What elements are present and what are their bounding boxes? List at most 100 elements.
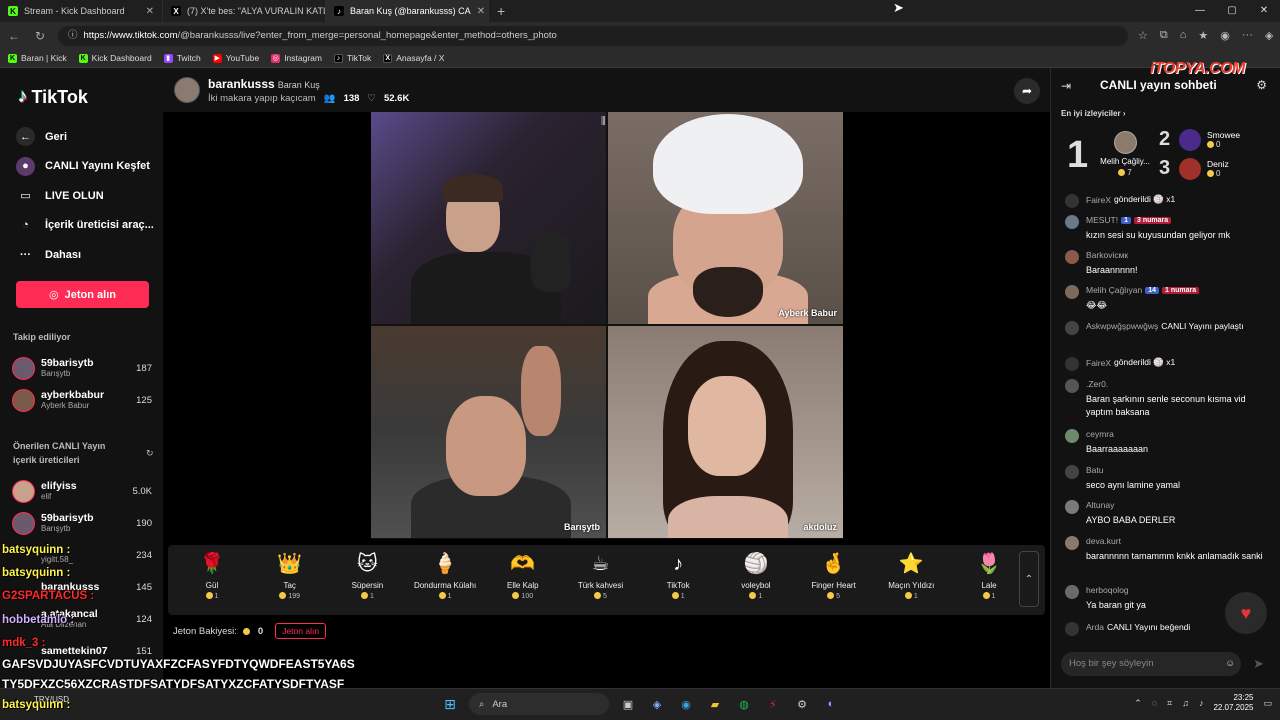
- close-icon[interactable]: ✕: [146, 6, 154, 17]
- star-icon[interactable]: ☆: [1138, 29, 1148, 42]
- gift-item[interactable]: 🌷 Lale 1: [951, 551, 1027, 600]
- chat-username[interactable]: FaireX: [1086, 195, 1111, 205]
- gift-item[interactable]: 🤞 Finger Heart 5: [796, 551, 872, 600]
- spotify-icon[interactable]: ◍: [734, 694, 754, 714]
- share-button[interactable]: ➦: [1014, 78, 1040, 104]
- gift-item[interactable]: 🐱 Süpersin 1: [329, 551, 405, 600]
- avatar[interactable]: [1065, 285, 1079, 299]
- bookmark-youtube[interactable]: ▶ YouTube: [212, 53, 259, 63]
- app-bolt-icon[interactable]: ⚡: [763, 694, 783, 714]
- top-viewer-3[interactable]: 3 Deniz 0: [1159, 157, 1229, 180]
- gift-item[interactable]: 🌹 Gül 1: [174, 551, 250, 600]
- chat-username[interactable]: deva.kurt: [1086, 536, 1121, 546]
- suggested-item[interactable]: elifyiss elif 5.0K: [12, 476, 152, 506]
- following-item[interactable]: ayberkbabur Ayberk Babur 125: [12, 385, 152, 415]
- volume-icon[interactable]: ♪: [1199, 698, 1204, 708]
- avatar[interactable]: [1065, 585, 1079, 599]
- chat-username[interactable]: Askwpwğşpwwğwş: [1086, 321, 1158, 331]
- gift-item[interactable]: 🍦 Dondurma Külahı 1: [407, 551, 483, 600]
- nav-live-explore[interactable]: ● CANLI Yayını Keşfet: [16, 152, 156, 182]
- copilot-app-icon[interactable]: ◈: [647, 694, 667, 714]
- nav-go-live[interactable]: ▭ LIVE OLUN: [16, 181, 156, 211]
- avatar[interactable]: [1065, 536, 1079, 550]
- bookmark-kick-dashboard[interactable]: K Kick Dashboard: [78, 53, 152, 63]
- get-coins-button[interactable]: ◎ Jeton alın: [16, 281, 149, 308]
- suggested-item[interactable]: yigitt.58_ 234: [12, 540, 152, 570]
- taskbar-search[interactable]: ⌕ Ara: [469, 693, 609, 715]
- avatar[interactable]: [1065, 215, 1079, 229]
- network-icon[interactable]: ⌗: [1167, 698, 1172, 709]
- mic-icon[interactable]: ♫: [1182, 698, 1189, 708]
- minimize-icon[interactable]: —: [1184, 0, 1216, 22]
- notification-icon[interactable]: ▭: [1263, 698, 1272, 709]
- discord-icon[interactable]: ◐: [821, 694, 841, 714]
- refresh-icon[interactable]: ↻: [146, 448, 154, 459]
- back-icon[interactable]: ←: [6, 29, 22, 43]
- suggested-item[interactable]: barankusss 145: [12, 572, 152, 602]
- chat-username[interactable]: MESUT!: [1086, 215, 1118, 225]
- streamer-avatar[interactable]: [174, 77, 200, 103]
- nav-more[interactable]: ··· Dahası: [16, 240, 156, 270]
- avatar[interactable]: [1065, 622, 1079, 636]
- gift-item[interactable]: 👑 Taç 199: [252, 551, 328, 600]
- expand-gifts-button[interactable]: ⌃: [1019, 551, 1039, 607]
- chat-username[interactable]: Melih Çağlıyan: [1086, 285, 1142, 295]
- chat-username[interactable]: ceymra: [1086, 429, 1114, 439]
- new-tab-button[interactable]: +: [489, 3, 513, 19]
- favorites-icon[interactable]: ★: [1198, 29, 1208, 42]
- streamer-name[interactable]: barankusss Baran Kuş: [208, 77, 320, 91]
- gear-icon[interactable]: ⚙: [1256, 78, 1267, 92]
- windows-start-icon[interactable]: ⊞: [440, 694, 460, 714]
- folder-icon[interactable]: ▰: [705, 694, 725, 714]
- chat-username[interactable]: .Zer0.: [1086, 379, 1108, 389]
- bookmark-tiktok[interactable]: ♪ TikTok: [333, 53, 371, 63]
- cam-akdoluz[interactable]: akdoluz: [608, 326, 843, 538]
- chat-username[interactable]: Barkovicмк: [1086, 250, 1128, 260]
- bookmark-twitch[interactable]: ▮ Twitch: [163, 53, 201, 63]
- copilot-icon[interactable]: ◈: [1265, 29, 1273, 42]
- maximize-icon[interactable]: ▢: [1216, 0, 1248, 22]
- extensions-icon[interactable]: ⧉: [1160, 29, 1168, 42]
- top-viewers-label[interactable]: En iyi izleyiciler ›: [1061, 109, 1126, 118]
- avatar[interactable]: [1065, 357, 1079, 371]
- avatar[interactable]: [1065, 250, 1079, 264]
- weather-widget[interactable]: TRY/USD: [34, 695, 69, 704]
- tab-tiktok[interactable]: ♪ Baran Kuş (@barankusss) CA ✕: [326, 0, 489, 22]
- tab-kick-dashboard[interactable]: K Stream - Kick Dashboard ✕: [0, 0, 163, 22]
- tiktok-logo[interactable]: ♪ TikTok: [18, 86, 88, 108]
- get-coins-small-button[interactable]: Jeton alın: [275, 623, 327, 639]
- cam-barisytb[interactable]: Barışytb: [371, 326, 606, 538]
- cam-ayberk[interactable]: Ayberk Babur: [608, 112, 843, 324]
- nav-creator-tools[interactable]: ◔ İçerik üreticisi araç...: [16, 211, 156, 241]
- reload-icon[interactable]: ↻: [32, 29, 48, 43]
- gift-item[interactable]: ☕ Türk kahvesi 5: [563, 551, 639, 600]
- chat-username[interactable]: FaireX: [1086, 358, 1111, 368]
- chat-username[interactable]: Batu: [1086, 465, 1104, 475]
- edge-icon[interactable]: ◉: [676, 694, 696, 714]
- cam-host[interactable]: [371, 112, 606, 324]
- menu-icon[interactable]: ···: [1242, 29, 1253, 42]
- suggested-item[interactable]: a.atakancal Ata Dilzenan 124: [12, 604, 152, 634]
- suggested-item[interactable]: samettekin07 151: [12, 636, 152, 666]
- send-icon[interactable]: ➤: [1253, 656, 1264, 672]
- url-field[interactable]: ⓘ https://www.tiktok.com/@barankusss/liv…: [58, 25, 1128, 46]
- gift-item[interactable]: 🫶 Elle Kalp 100: [485, 551, 561, 600]
- split-icon[interactable]: ⌂: [1180, 29, 1187, 42]
- video-grid[interactable]: Ayberk Babur Barışytb akdoluz: [371, 112, 843, 539]
- bookmark-instagram[interactable]: ◎ Instagram: [271, 53, 322, 63]
- profile-icon[interactable]: ◉: [1220, 29, 1230, 42]
- chat-username[interactable]: herboqolog: [1086, 585, 1129, 595]
- top-viewer-2[interactable]: 2 Smowee 0: [1159, 128, 1240, 151]
- close-window-icon[interactable]: ✕: [1248, 0, 1280, 22]
- clock[interactable]: 23:25 22.07.2025: [1213, 693, 1253, 714]
- chat-input[interactable]: Hoş bir şey söyleyin ☺: [1061, 652, 1241, 676]
- tab-x[interactable]: X (7) X'te bes: "ALYA VURALIN KATL ✕: [163, 0, 326, 22]
- avatar[interactable]: [1065, 500, 1079, 514]
- following-item[interactable]: 59barisytb Barışytb 187: [12, 353, 152, 383]
- nav-back[interactable]: ← Geri: [16, 122, 156, 152]
- gift-item[interactable]: ⭐ Maçın Yıldızı 1: [873, 551, 949, 600]
- gift-item[interactable]: ♪ TikTok 1: [640, 551, 716, 600]
- gift-item[interactable]: 🏐 voleybol 1: [718, 551, 794, 600]
- bookmark-baran-kick[interactable]: K Baran | Kick: [8, 53, 67, 63]
- suggested-item[interactable]: 59barisytb Barışytb 190: [12, 508, 152, 538]
